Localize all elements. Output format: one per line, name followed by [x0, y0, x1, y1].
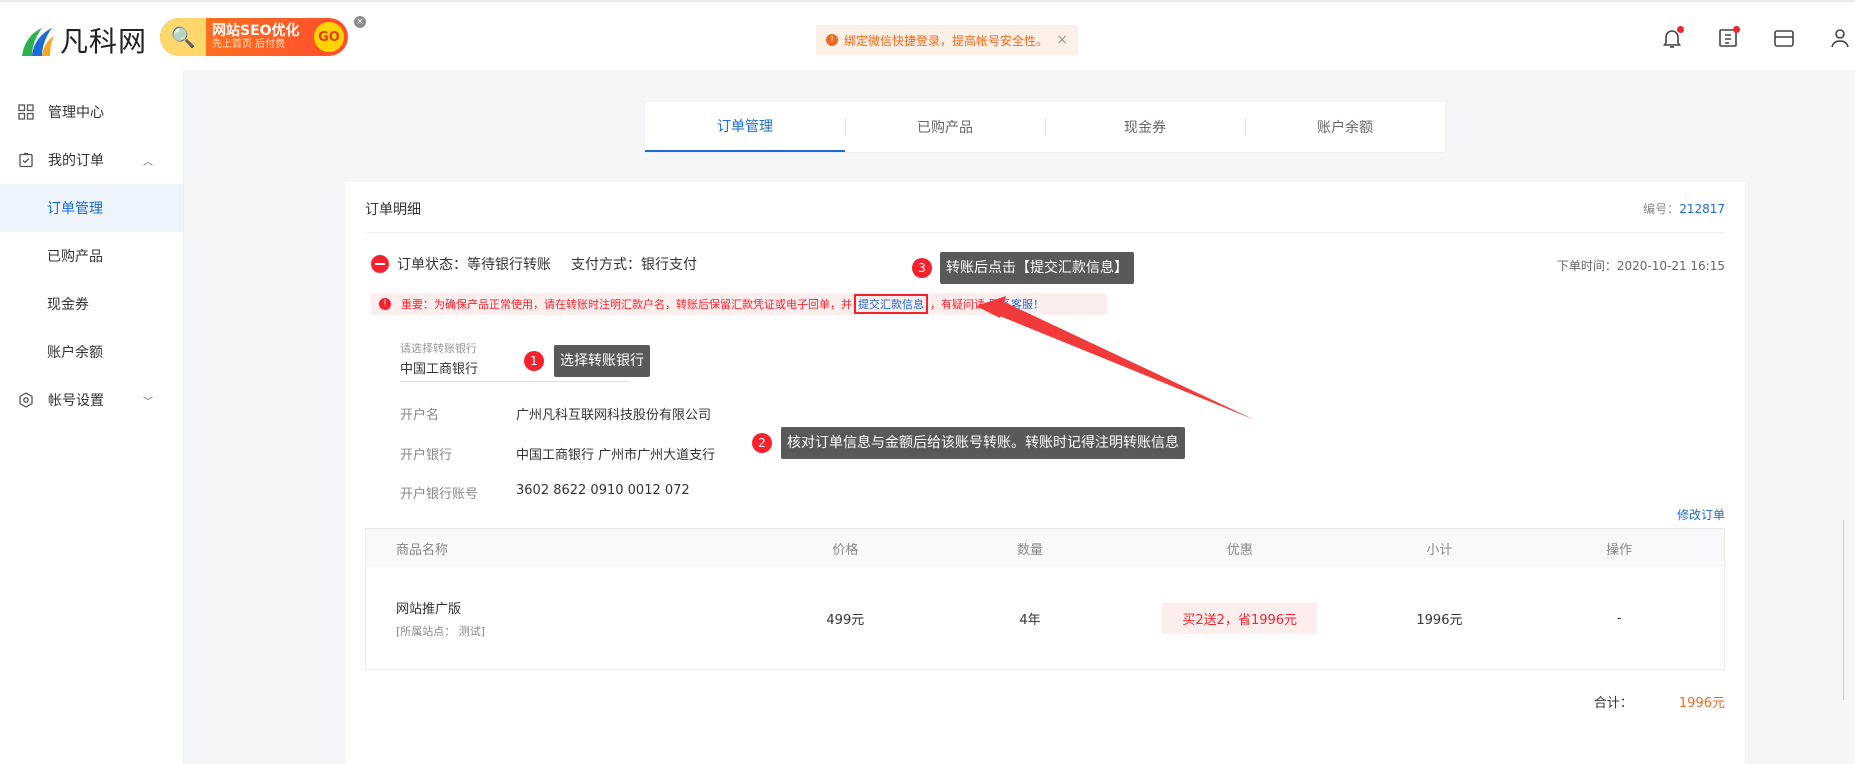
total-value: 1996元	[1678, 696, 1725, 711]
warning-suffix: ，有疑问请	[930, 298, 985, 311]
bell-icon[interactable]	[1660, 26, 1684, 50]
sidebar-item-purchased-products[interactable]: 已购产品	[0, 232, 183, 280]
bell-badge	[1677, 26, 1684, 33]
logo-text: 凡科网	[60, 25, 148, 58]
main-tabs: 订单管理 已购产品 现金券 账户余额	[645, 102, 1445, 152]
tab-order-management[interactable]: 订单管理	[645, 102, 845, 152]
info-value: 广州凡科互联网科技股份有限公司	[516, 408, 712, 423]
product-cell: 网站推广版 [所属站点： 测试]	[366, 598, 745, 639]
col-header-qty: 数量	[1017, 542, 1044, 558]
tab-account-balance[interactable]: 账户余额	[1245, 102, 1445, 152]
col-header-action: 操作	[1606, 542, 1633, 558]
callout-2-number: 2	[752, 433, 772, 453]
callout-1-text: 选择转账银行	[554, 345, 650, 377]
order-status: 订单状态：等待银行转账	[397, 257, 551, 273]
store-icon[interactable]	[1772, 26, 1796, 50]
info-value: 3602 8622 0910 0012 072	[516, 483, 690, 498]
product-qty: 4年	[1019, 612, 1041, 628]
product-site: [所属站点： 测试]	[396, 624, 486, 638]
tab-purchased-products[interactable]: 已购产品	[845, 102, 1045, 152]
ad-close-icon[interactable]: ×	[354, 16, 366, 28]
col-header-name: 商品名称	[396, 542, 449, 558]
col-header-discount: 优惠	[1226, 542, 1253, 558]
pay-method: 支付方式：银行支付	[571, 257, 697, 273]
sidebar-item-label: 我的订单	[48, 153, 104, 169]
notice-close-icon[interactable]: ×	[1056, 32, 1068, 48]
sidebar-item-label: 帐号设置	[48, 393, 104, 409]
callout-3-number: 3	[912, 258, 932, 278]
info-row-bank: 开户银行 中国工商银行 广州市广州大道支行	[400, 444, 715, 463]
callout-1-number: 1	[524, 351, 544, 371]
order-number: 编号：212817	[1643, 200, 1725, 217]
product-subtotal: 1996元	[1416, 612, 1463, 628]
important-warning: ! 重要：为确保产品正常使用，请在转账时注明汇款户名，转账后保留汇款凭证或电子回…	[371, 293, 1107, 315]
minus-circle-icon	[371, 255, 389, 273]
edit-order-link[interactable]: 修改订单	[1677, 506, 1725, 523]
sidebar-item-account-settings[interactable]: 帐号设置 ﹀	[0, 376, 183, 424]
magnifier-icon: 🔍	[160, 18, 206, 56]
col-header-price: 价格	[832, 542, 859, 558]
table-row: 网站推广版 [所属站点： 测试] 499元 4年 买2送2，省1996元 199…	[366, 567, 1724, 669]
seo-ad-banner[interactable]: 🔍 网站SEO优化 先上首页 后付费 GO	[160, 18, 348, 56]
table-header: 商品名称 价格 数量 优惠 小计 操作	[366, 529, 1724, 567]
sidebar-item-dashboard[interactable]: 管理中心	[0, 88, 183, 136]
divider	[365, 232, 1725, 233]
callout-3-text: 转账后点击【提交汇款信息】	[940, 252, 1134, 284]
discount-cell: 买2送2，省1996元	[1115, 602, 1365, 634]
sidebar-item-label: 管理中心	[48, 105, 104, 121]
wechat-notice: ! 绑定微信快捷登录，提高帐号安全性。 ×	[816, 25, 1078, 55]
chevron-down-icon: ﹀	[143, 396, 153, 408]
chevron-up-icon: ︿	[143, 156, 153, 168]
status-row: 订单状态：等待银行转账 支付方式：银行支付	[371, 254, 697, 274]
sidebar-item-label: 账户余额	[47, 345, 103, 361]
tab-cash-coupons[interactable]: 现金券	[1045, 102, 1245, 152]
product-name: 网站推广版	[396, 601, 462, 617]
info-icon: !	[826, 34, 838, 46]
sidebar-item-my-orders[interactable]: 我的订单 ︿	[0, 136, 183, 184]
order-time: 下单时间：2020-10-21 16:15	[1556, 259, 1725, 273]
sidebar-item-label: 现金券	[47, 297, 89, 313]
logo[interactable]: 凡科网	[18, 20, 148, 60]
grid-icon	[18, 104, 34, 120]
info-value: 中国工商银行 广州市广州大道支行	[516, 448, 716, 463]
order-total: 合计： 1996元	[1594, 692, 1725, 711]
info-key: 开户银行账号	[400, 487, 479, 502]
info-key: 开户名	[400, 408, 440, 423]
info-key: 开户银行	[400, 448, 453, 463]
notice-text[interactable]: 绑定微信快捷登录，提高帐号安全性。	[844, 32, 1048, 49]
ad-go-button[interactable]: GO	[314, 22, 344, 52]
top-header: 凡科网 🔍 网站SEO优化 先上首页 后付费 GO × ! 绑定微信快捷登录，提…	[0, 0, 1855, 70]
product-table: 商品名称 价格 数量 优惠 小计 操作 网站推广版 [所属站点： 测试] 499…	[365, 528, 1725, 670]
callout-2-text: 核对订单信息与金额后给该账号转账。转账时记得注明转账信息	[781, 427, 1185, 459]
sidebar-item-account-balance[interactable]: 账户余额	[0, 328, 183, 376]
sidebar: 管理中心 我的订单 ︿ 订单管理 已购产品 现金券 账户余额 帐号设置 ﹀	[0, 70, 184, 764]
clipboard-check-icon	[18, 152, 34, 168]
warning-icon: !	[379, 298, 391, 310]
product-price: 499元	[826, 612, 865, 628]
sidebar-item-label: 订单管理	[47, 201, 103, 217]
order-number-value: 212817	[1679, 202, 1725, 216]
col-header-subtotal: 小计	[1426, 542, 1453, 558]
ticket-icon[interactable]	[1716, 26, 1740, 50]
sidebar-item-label: 已购产品	[47, 249, 103, 265]
discount-tag: 买2送2，省1996元	[1162, 602, 1318, 634]
submit-remittance-link[interactable]: 提交汇款信息	[854, 294, 928, 314]
card-title: 订单明细	[365, 202, 421, 218]
sidebar-item-order-management[interactable]: 订单管理	[0, 184, 183, 232]
contact-service-link[interactable]: 联系客服！	[989, 296, 1044, 312]
total-label: 合计：	[1593, 696, 1633, 711]
logo-mark-icon	[18, 22, 56, 58]
page-scrollbar[interactable]	[1843, 520, 1855, 700]
sidebar-item-cash-coupons[interactable]: 现金券	[0, 280, 183, 328]
ad-subtitle: 先上首页 后付费	[212, 39, 286, 51]
user-icon[interactable]	[1828, 26, 1852, 50]
product-action: -	[1616, 610, 1622, 626]
info-row-account-name: 开户名 广州凡科互联网科技股份有限公司	[400, 404, 711, 423]
ad-title: 网站SEO优化	[212, 22, 300, 39]
order-number-label: 编号：	[1643, 202, 1680, 216]
settings-icon	[18, 392, 34, 408]
ticket-badge	[1733, 26, 1740, 33]
info-row-account-number: 开户银行账号 3602 8622 0910 0012 072	[400, 483, 690, 502]
warning-text: 重要：为确保产品正常使用，请在转账时注明汇款户名，转账后保留汇款凭证或电子回单，…	[401, 298, 852, 311]
